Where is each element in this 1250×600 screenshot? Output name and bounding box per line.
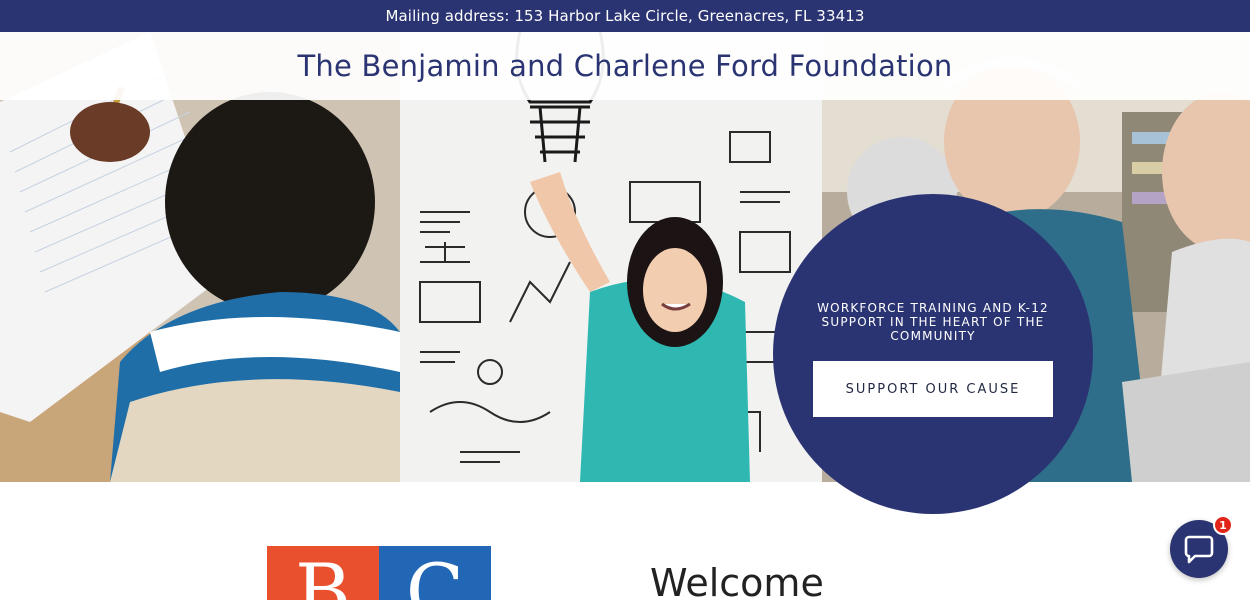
- cta-tagline: WORKFORCE TRAINING AND K-12 SUPPORT IN T…: [817, 301, 1049, 343]
- welcome-heading: Welcome: [650, 561, 824, 600]
- chat-notification-badge: 1: [1213, 515, 1233, 535]
- logo-letter-b: B: [295, 547, 351, 600]
- logo-blue-block: C: [379, 546, 491, 600]
- site-title[interactable]: The Benjamin and Charlene Ford Foundatio…: [298, 49, 953, 83]
- mailing-address-text: Mailing address: 153 Harbor Lake Circle,…: [385, 7, 865, 25]
- logo-orange-block: B: [267, 546, 379, 600]
- foundation-logo: B C: [267, 546, 491, 600]
- chat-bubble-icon: [1184, 535, 1214, 564]
- logo-letter-c: C: [405, 547, 465, 600]
- mailing-address-bar: Mailing address: 153 Harbor Lake Circle,…: [0, 0, 1250, 32]
- cta-circle: WORKFORCE TRAINING AND K-12 SUPPORT IN T…: [773, 194, 1093, 514]
- support-our-cause-button[interactable]: SUPPORT OUR CAUSE: [813, 361, 1053, 417]
- site-header: The Benjamin and Charlene Ford Foundatio…: [0, 32, 1250, 100]
